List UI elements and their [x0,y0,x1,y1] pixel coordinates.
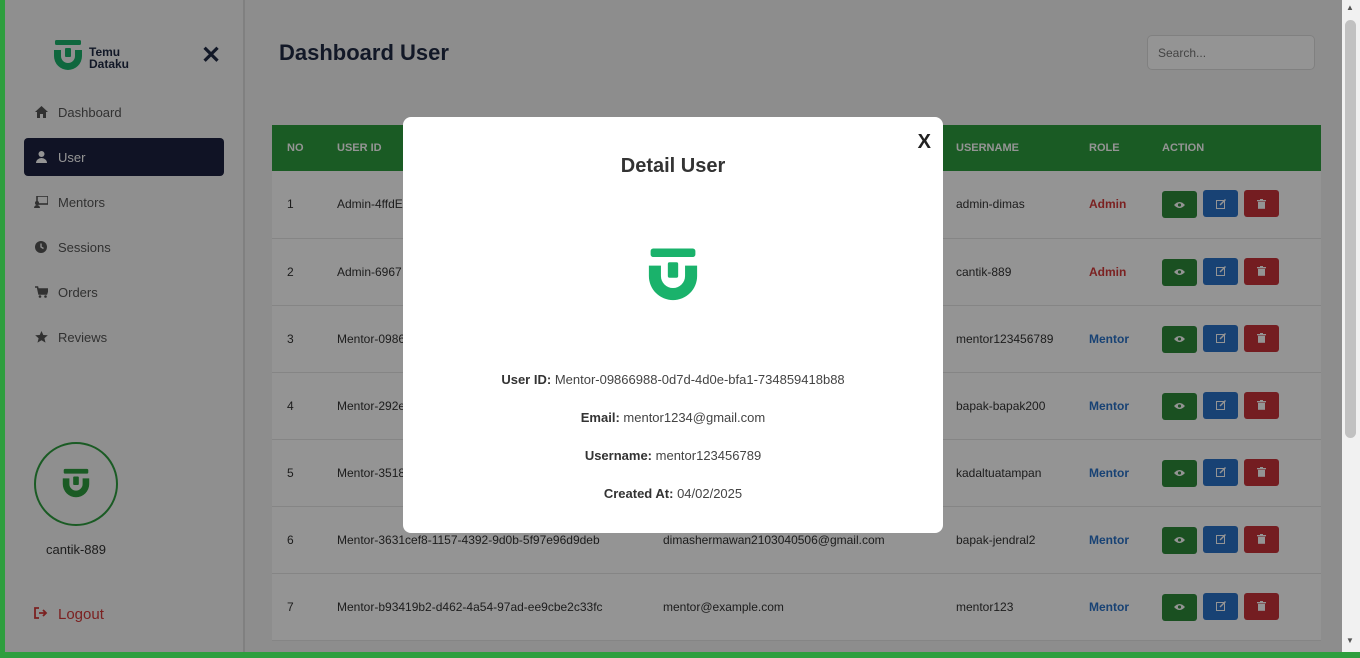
detail-email: Email: mentor1234@gmail.com [403,410,943,425]
detail-username: Username: mentor123456789 [403,448,943,463]
detail-value: 04/02/2025 [677,486,743,501]
scroll-down-arrow-icon[interactable]: ▼ [1346,636,1354,645]
detail-user-id: User ID: Mentor-09866988-0d7d-4d0e-bfa1-… [403,372,943,387]
detail-value: mentor1234@gmail.com [623,410,766,425]
detail-label: Email: [580,410,620,425]
modal-close-button[interactable]: X [918,131,931,154]
detail-user-modal: X Detail User User ID: Mentor-09866988-0… [403,117,943,533]
detail-label: User ID: [501,372,552,387]
detail-value: mentor123456789 [655,448,762,463]
user-avatar-logo-icon [643,245,703,307]
detail-created-at: Created At: 04/02/2025 [403,486,943,501]
modal-title: Detail User [620,155,726,177]
detail-value: Mentor-09866988-0d7d-4d0e-bfa1-734859418… [554,372,845,387]
scrollbar-thumb[interactable] [1345,20,1356,438]
app-frame: Temu Dataku ✕ Dashboard User Mentors Ses… [5,0,1342,652]
detail-label: Username: [584,448,653,463]
detail-label: Created At: [603,486,674,501]
scroll-up-arrow-icon[interactable]: ▲ [1346,3,1354,12]
page-scrollbar[interactable]: ▲ ▼ [1342,0,1360,652]
